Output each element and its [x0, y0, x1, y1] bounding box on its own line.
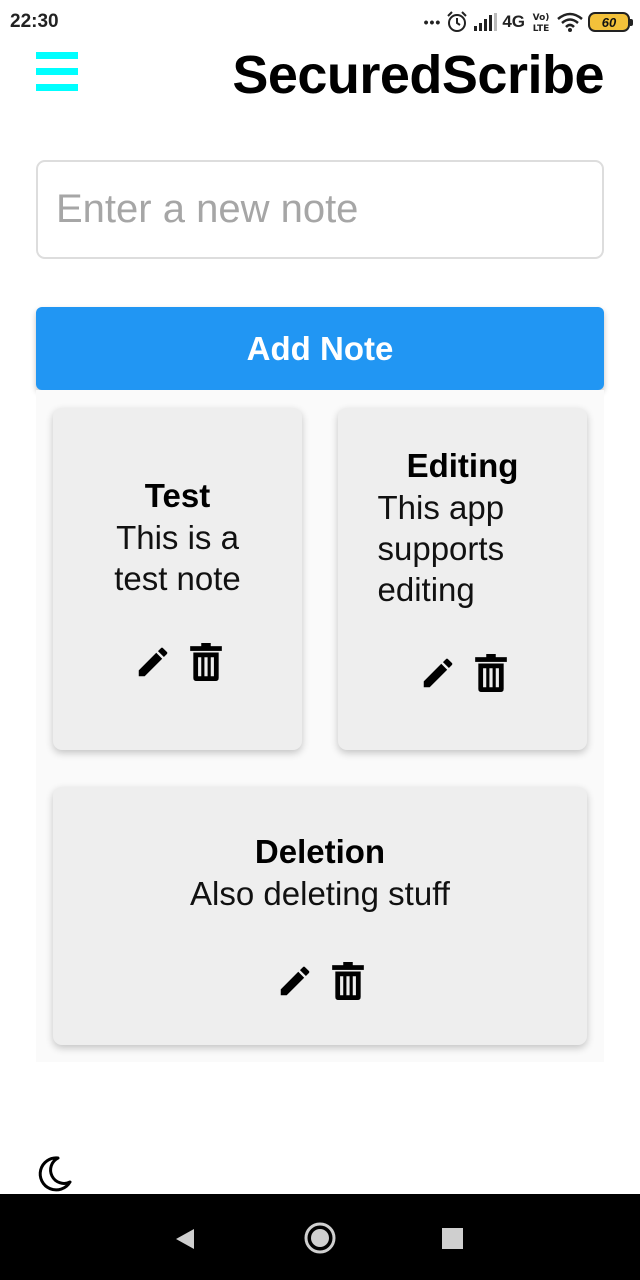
- pencil-icon[interactable]: [134, 643, 172, 681]
- note-actions: [276, 961, 364, 1000]
- note-card: Test This is a test note: [53, 408, 302, 750]
- volte-icon: Vo) LTE: [533, 13, 550, 33]
- note-title: Editing: [406, 446, 519, 484]
- note-body: This is a test note: [114, 519, 241, 597]
- trash-icon[interactable]: [189, 643, 222, 681]
- notification-dots: •••: [423, 14, 442, 30]
- note-actions: [419, 653, 507, 692]
- note-title: Test: [144, 477, 211, 514]
- recents-icon[interactable]: [442, 1228, 463, 1249]
- pencil-icon[interactable]: [276, 962, 314, 1000]
- svg-text:LTE: LTE: [533, 24, 550, 33]
- back-icon[interactable]: [174, 1228, 196, 1250]
- note-card: Editing This app supports editing: [338, 408, 587, 750]
- add-note-button[interactable]: Add Note: [36, 307, 604, 390]
- note-body: This app supports editing: [377, 488, 505, 608]
- svg-text:Vo): Vo): [533, 13, 550, 23]
- signal-icon: [474, 13, 498, 31]
- note-input[interactable]: [36, 160, 604, 259]
- app-title: SecuredScribe: [232, 45, 604, 105]
- status-icons: ••• 4G Vo) LTE 60: [423, 9, 633, 35]
- hamburger-icon[interactable]: [36, 52, 78, 94]
- status-bar: 22:30 ••• 4G Vo) LTE 60: [0, 0, 640, 44]
- alarm-icon: [447, 11, 468, 32]
- battery-level: 60: [601, 14, 617, 30]
- wifi-icon: [557, 12, 583, 32]
- network-type: 4G: [502, 12, 525, 31]
- note-body: Also deleting stuff: [190, 874, 450, 912]
- note-actions: [134, 643, 222, 681]
- trash-icon[interactable]: [332, 961, 364, 1000]
- note-title: Deletion: [254, 832, 386, 870]
- battery-icon: 60: [588, 12, 633, 32]
- pencil-icon[interactable]: [419, 654, 457, 692]
- home-icon[interactable]: [303, 1221, 337, 1255]
- trash-icon[interactable]: [474, 653, 507, 692]
- status-time: 22:30: [10, 11, 59, 32]
- moon-icon[interactable]: [34, 1154, 74, 1194]
- note-card: Deletion Also deleting stuff: [53, 787, 587, 1045]
